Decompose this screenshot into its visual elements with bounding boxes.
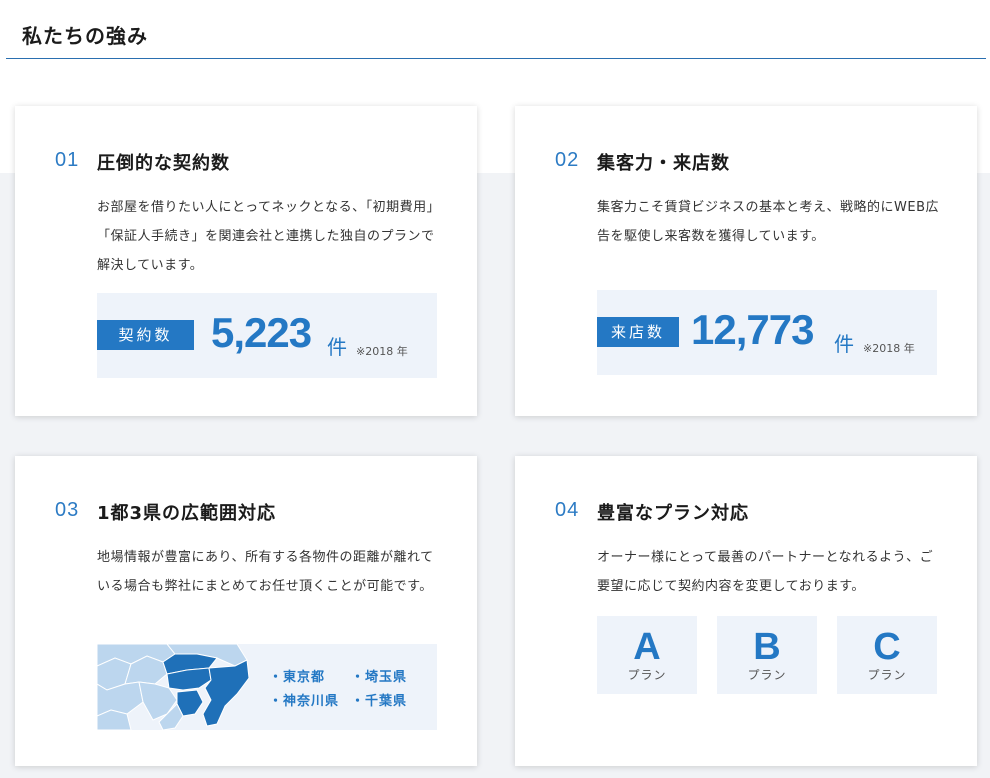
card-number: 01 (55, 149, 80, 171)
card-title: 1都3県の広範囲対応 (97, 503, 277, 524)
card-description: オーナー様にとって最善のパートナーとなれるよう、ご要望に応じて契約内容を変更して… (597, 550, 934, 594)
stat-label: 契約数 (97, 320, 194, 350)
strength-card-4: 04 豊富なプラン対応 オーナー様にとって最善のパートナーとなれるよう、ご要望に… (515, 456, 977, 766)
section-header: 私たちの強み (6, 0, 986, 59)
prefecture-kanagawa: ・神奈川県 (269, 694, 340, 709)
card-title: 集客力・来店数 (597, 153, 730, 174)
kanto-map-icon (97, 644, 250, 730)
stat-unit: 件 (834, 332, 854, 356)
card-number: 03 (55, 499, 80, 521)
section-title: 私たちの強み (22, 24, 148, 48)
plan-label: プラン (747, 668, 787, 682)
contract-stat-box: 契約数 5,223 件 ※2018 年 (97, 293, 437, 378)
prefecture-tokyo: ・東京都 (269, 670, 326, 685)
stat-note: ※2018 年 (356, 345, 408, 358)
plan-label: プラン (627, 668, 667, 682)
coverage-map-box: ・東京都 ・埼玉県 ・神奈川県 ・千葉県 (97, 644, 437, 730)
visitor-stat-box: 来店数 12,773 件 ※2018 年 (597, 290, 937, 375)
plan-c-tile: C プラン (837, 616, 937, 694)
plan-a-tile: A プラン (597, 616, 697, 694)
card-number: 02 (555, 149, 580, 171)
card-title: 圧倒的な契約数 (97, 153, 230, 174)
card-description: お部屋を借りたい人にとってネックとなる、「初期費用」「保証人手続き」を関連会社と… (97, 200, 441, 273)
plan-letter: B (753, 626, 781, 668)
stat-value: 12,773 (691, 306, 814, 353)
plan-b-tile: B プラン (717, 616, 817, 694)
card-description: 集客力こそ賃貸ビジネスの基本と考え、戦略的にWEB広告を駆使し来客数を獲得してい… (597, 200, 939, 244)
strength-card-2: 02 集客力・来店数 集客力こそ賃貸ビジネスの基本と考え、戦略的にWEB広告を駆… (515, 106, 977, 416)
prefecture-chiba: ・千葉県 (351, 694, 408, 709)
stat-label: 来店数 (597, 317, 679, 347)
plan-letter: C (873, 626, 901, 668)
strength-card-1: 01 圧倒的な契約数 お部屋を借りたい人にとってネックとなる、「初期費用」「保証… (15, 106, 477, 416)
card-title: 豊富なプラン対応 (597, 503, 749, 524)
stat-unit: 件 (327, 335, 347, 359)
stat-value: 5,223 (211, 309, 312, 356)
card-number: 04 (555, 499, 580, 521)
plan-letter: A (633, 626, 661, 668)
plan-label: プラン (867, 668, 907, 682)
strength-card-3: 03 1都3県の広範囲対応 地場情報が豊富にあり、所有する各物件の距離が離れてい… (15, 456, 477, 766)
card-description: 地場情報が豊富にあり、所有する各物件の距離が離れている場合も弊社にまとめてお任せ… (97, 550, 434, 594)
stat-note: ※2018 年 (863, 342, 915, 355)
prefecture-saitama: ・埼玉県 (351, 670, 408, 685)
